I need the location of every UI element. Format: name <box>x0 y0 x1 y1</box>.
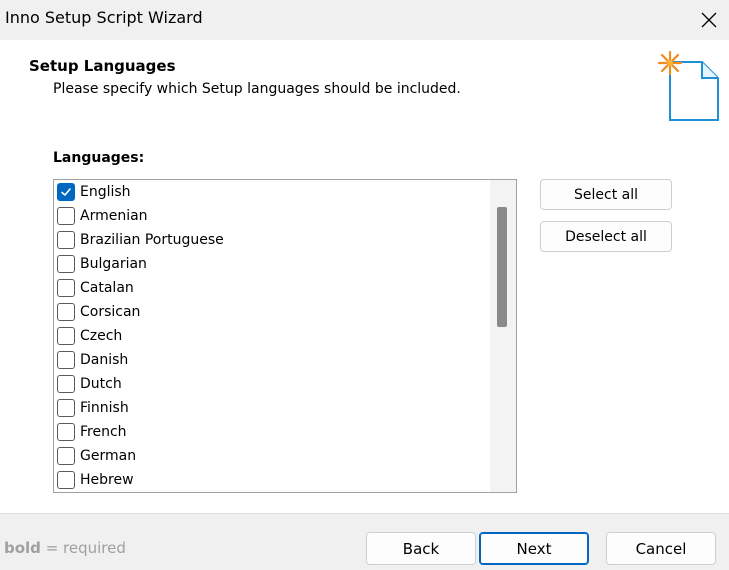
language-checkbox[interactable] <box>57 255 75 273</box>
select-all-button[interactable]: Select all <box>540 179 672 210</box>
wizard-header: Setup Languages Please specify which Set… <box>0 40 729 132</box>
scrollbar-thumb[interactable] <box>497 207 507 327</box>
languages-list: English Armenian Brazilian Portuguese Bulga… <box>54 180 490 492</box>
language-checkbox[interactable] <box>57 399 75 417</box>
cancel-button[interactable]: Cancel <box>606 532 716 565</box>
language-label: Brazilian Portuguese <box>80 232 224 248</box>
title-bar: Inno Setup Script Wizard <box>0 0 729 40</box>
deselect-all-button[interactable]: Deselect all <box>540 221 672 252</box>
close-button[interactable] <box>689 0 729 40</box>
language-checkbox[interactable] <box>57 447 75 465</box>
list-item[interactable]: Corsican <box>54 300 490 324</box>
wizard-footer: bold = required Back Next Cancel <box>0 513 729 570</box>
next-button[interactable]: Next <box>479 532 589 565</box>
language-checkbox[interactable] <box>57 471 75 489</box>
list-item[interactable]: Danish <box>54 348 490 372</box>
language-label: Armenian <box>80 208 148 224</box>
language-label: Dutch <box>80 376 122 392</box>
list-item[interactable]: Armenian <box>54 204 490 228</box>
required-hint-rest: = required <box>40 539 126 557</box>
language-checkbox[interactable] <box>57 375 75 393</box>
language-checkbox[interactable] <box>57 351 75 369</box>
language-checkbox[interactable] <box>57 423 75 441</box>
languages-label: Languages: <box>53 150 145 166</box>
language-label: Finnish <box>80 400 129 416</box>
list-item[interactable]: Finnish <box>54 396 490 420</box>
language-label: Hebrew <box>80 472 134 488</box>
listbox-scrollbar[interactable] <box>490 180 516 492</box>
document-star-icon <box>657 50 719 121</box>
list-item[interactable]: Brazilian Portuguese <box>54 228 490 252</box>
list-item[interactable]: Hebrew <box>54 468 490 492</box>
list-item[interactable]: German <box>54 444 490 468</box>
language-checkbox[interactable] <box>57 327 75 345</box>
language-label: French <box>80 424 127 440</box>
list-item[interactable]: Czech <box>54 324 490 348</box>
window-title: Inno Setup Script Wizard <box>5 8 203 27</box>
page-title: Setup Languages <box>29 57 176 75</box>
list-item[interactable]: Catalan <box>54 276 490 300</box>
required-hint: bold = required <box>4 539 126 557</box>
language-label: Bulgarian <box>80 256 147 272</box>
required-hint-bold: bold <box>4 539 41 557</box>
language-label: Corsican <box>80 304 141 320</box>
page-subtitle: Please specify which Setup languages sho… <box>53 81 461 97</box>
language-label: Catalan <box>80 280 134 296</box>
languages-listbox[interactable]: English Armenian Brazilian Portuguese Bulga… <box>53 179 517 493</box>
language-checkbox[interactable] <box>57 231 75 249</box>
language-checkbox[interactable] <box>57 207 75 225</box>
language-checkbox[interactable] <box>57 183 75 201</box>
list-item[interactable]: Dutch <box>54 372 490 396</box>
list-item[interactable]: English <box>54 180 490 204</box>
back-button[interactable]: Back <box>366 532 476 565</box>
close-icon <box>701 12 717 28</box>
language-label: Danish <box>80 352 129 368</box>
list-item[interactable]: French <box>54 420 490 444</box>
check-icon <box>61 188 71 196</box>
wizard-window: Inno Setup Script Wizard Setup Languages… <box>0 0 729 570</box>
language-checkbox[interactable] <box>57 279 75 297</box>
language-label: German <box>80 448 137 464</box>
list-item[interactable]: Bulgarian <box>54 252 490 276</box>
language-checkbox[interactable] <box>57 303 75 321</box>
language-label: English <box>80 184 131 200</box>
language-label: Czech <box>80 328 123 344</box>
